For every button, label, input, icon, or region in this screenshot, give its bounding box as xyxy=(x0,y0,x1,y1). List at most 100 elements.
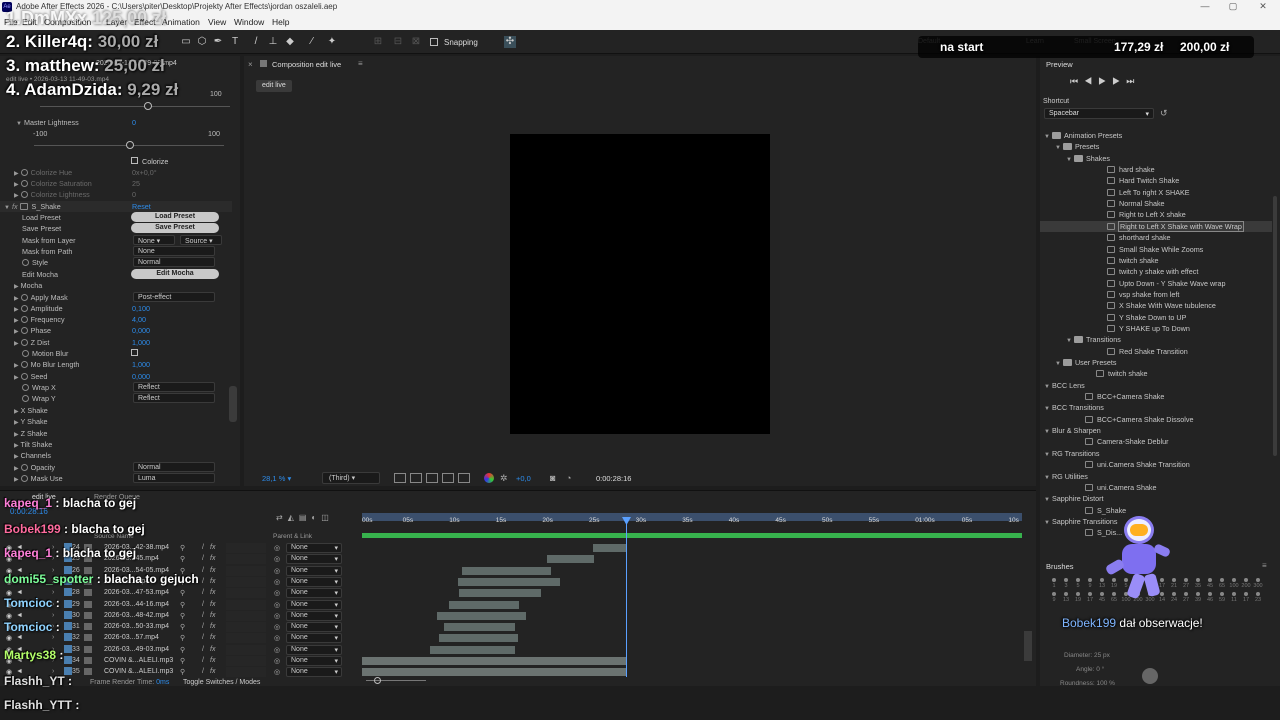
fx-switch-icon[interactable]: fx xyxy=(210,589,215,596)
view-dropdown[interactable]: (Third) ▾ xyxy=(322,472,380,484)
preset-tree-item[interactable]: vsp shake from left xyxy=(1040,289,1272,300)
pick-whip-icon[interactable]: ◎ xyxy=(274,601,280,609)
menu-view[interactable]: View xyxy=(208,17,226,27)
parent-dropdown[interactable]: None ▾ xyxy=(286,599,342,610)
close-button[interactable]: ✕ xyxy=(1256,1,1270,13)
pick-whip-icon[interactable]: ◎ xyxy=(274,612,280,620)
expand-icon[interactable]: › xyxy=(52,612,54,619)
audio-icon[interactable]: ◄ xyxy=(16,544,23,551)
expand-icon[interactable]: › xyxy=(52,544,54,551)
brush-tip[interactable]: 9 xyxy=(1132,578,1144,589)
pick-whip-icon[interactable]: ◎ xyxy=(274,623,280,631)
brush-tip[interactable]: 21 xyxy=(1168,578,1180,589)
shy-switch-icon[interactable]: ⚲ xyxy=(180,634,185,642)
channel-icon[interactable] xyxy=(458,473,470,483)
switch-boxes[interactable] xyxy=(226,656,266,666)
close-tab-icon[interactable]: × xyxy=(248,60,253,69)
eraser-tool-icon[interactable]: ◆ xyxy=(284,36,296,48)
preset-tree-item[interactable]: twitch shake xyxy=(1040,255,1272,266)
quality-switch-icon[interactable]: / xyxy=(202,589,204,596)
chevron-down-icon[interactable]: ▼ xyxy=(1044,520,1050,526)
brush-tip[interactable]: 17 xyxy=(1084,592,1096,603)
snap-edges-icon[interactable]: ⊠ xyxy=(410,36,422,48)
snapshot-camera-icon[interactable]: ◙ xyxy=(550,473,555,483)
preset-tree-item[interactable]: Red Shake Transition xyxy=(1040,346,1272,357)
shy-switch-icon[interactable]: ⚲ xyxy=(180,555,185,563)
brush-tip[interactable]: 13 xyxy=(1144,578,1156,589)
brush-tip[interactable]: 9 xyxy=(1048,592,1060,603)
label-color[interactable] xyxy=(64,588,72,597)
effect-panel-scrollbar[interactable] xyxy=(229,386,237,422)
preset-tree-item[interactable]: Left To right X SHAKE xyxy=(1040,187,1272,198)
mask-path-dropdown[interactable]: None xyxy=(133,246,215,256)
parent-dropdown[interactable]: None ▾ xyxy=(286,588,342,599)
comp-breadcrumb-chip[interactable]: edit live xyxy=(256,80,292,92)
brush-tip[interactable]: 19 xyxy=(1072,592,1084,603)
menu-effect[interactable]: Effect xyxy=(134,17,156,27)
preset-tree-item[interactable]: BCC+Camera Shake Dissolve xyxy=(1040,414,1272,425)
eye-icon[interactable]: ◉ xyxy=(6,544,12,552)
switch-boxes[interactable] xyxy=(226,543,266,553)
property-value[interactable]: 0,100 xyxy=(132,304,150,313)
parent-dropdown[interactable]: None ▾ xyxy=(286,554,342,565)
layer-name[interactable]: 2026-03...mp4 xyxy=(104,578,149,585)
layer-duration-bar[interactable] xyxy=(461,566,551,575)
layer-row[interactable]: ◉ ◄ › 31 2026-03...50-33.mp4 ⚲ / fx ◎ None ▾ xyxy=(0,622,358,633)
brush-tip[interactable]: 65 xyxy=(1216,578,1228,589)
prev-frame-icon[interactable]: ◀ xyxy=(1084,76,1098,86)
eye-icon[interactable]: ◉ xyxy=(6,612,12,620)
first-frame-icon[interactable]: ⏮ xyxy=(1070,76,1084,86)
fx-switch-icon[interactable]: fx xyxy=(210,657,215,664)
quality-switch-icon[interactable]: / xyxy=(202,601,204,608)
chevron-down-icon[interactable]: ▼ xyxy=(1044,475,1050,481)
frame-blend-icon[interactable]: ▤ xyxy=(299,513,312,522)
property-value[interactable]: 0,000 xyxy=(132,372,150,381)
layer-name[interactable]: 2026-03...50-33.mp4 xyxy=(104,623,169,630)
show-snapshot-icon[interactable]: ◔ xyxy=(566,473,571,483)
layer-row[interactable]: ◉ ◄ › 33 2026-03...49-03.mp4 ⚲ / fx ◎ None ▾ xyxy=(0,644,358,656)
label-color[interactable] xyxy=(64,656,72,664)
preset-tree-item[interactable]: Right to Left X shake xyxy=(1040,209,1272,220)
chevron-down-icon[interactable]: ▼ xyxy=(1044,452,1050,458)
pick-whip-icon[interactable]: ◎ xyxy=(274,634,280,642)
audio-icon[interactable]: ◄ xyxy=(16,555,23,562)
cube-tool-icon[interactable]: ⬡ xyxy=(196,36,208,48)
expand-icon[interactable]: › xyxy=(52,567,54,574)
puppet-pin-tool-icon[interactable]: ✦ xyxy=(326,36,338,48)
expand-icon[interactable]: › xyxy=(52,601,54,608)
expand-icon[interactable]: › xyxy=(52,589,54,596)
minimize-button[interactable]: — xyxy=(1198,1,1212,13)
audio-icon[interactable]: ◄ xyxy=(16,634,23,641)
quality-switch-icon[interactable]: / xyxy=(202,567,204,574)
quality-switch-icon[interactable]: / xyxy=(202,657,204,664)
edit-mocha-button[interactable]: Edit Mocha xyxy=(131,269,219,279)
switch-boxes[interactable] xyxy=(226,644,266,655)
parent-dropdown[interactable]: None ▾ xyxy=(286,644,342,655)
switch-boxes[interactable] xyxy=(226,633,266,644)
layer-duration-bar[interactable] xyxy=(437,611,527,620)
quality-switch-icon[interactable]: / xyxy=(202,555,204,562)
parent-dropdown[interactable]: None ▾ xyxy=(286,543,342,553)
brushes-menu-icon[interactable]: ≡ xyxy=(1262,561,1267,570)
eye-icon[interactable]: ◉ xyxy=(6,578,12,586)
brush-tip[interactable]: 200 xyxy=(1240,578,1252,589)
mask-visibility-icon[interactable] xyxy=(426,473,438,483)
last-frame-icon[interactable]: ⏭ xyxy=(1126,76,1140,86)
load-preset-button[interactable]: Load Preset xyxy=(131,212,219,222)
timeline-timecode[interactable]: 0:00:28:16 xyxy=(10,507,48,516)
shy-switch-icon[interactable]: ⚲ xyxy=(180,601,185,609)
preset-tree-item[interactable]: Right to Left X Shake with Wave Wrap xyxy=(1040,220,1272,232)
brush-tip[interactable]: 1 xyxy=(1048,578,1060,589)
shy-switch-icon[interactable]: ⚲ xyxy=(180,589,185,597)
brush-tip[interactable]: 24 xyxy=(1168,592,1180,603)
graph-editor-icon[interactable]: ◫ xyxy=(321,513,334,522)
switch-boxes[interactable] xyxy=(226,554,266,565)
chevron-down-icon[interactable]: ▼ xyxy=(1044,384,1050,390)
preset-tree-item[interactable]: uni.Camera Shake Transition xyxy=(1040,459,1272,470)
clone-stamp-tool-icon[interactable]: ⊥ xyxy=(267,36,279,48)
toggle-switches-modes[interactable]: Toggle Switches / Modes xyxy=(183,679,260,686)
property-value[interactable]: 1,000 xyxy=(132,360,150,369)
layer-row[interactable]: ◉ ◄ › 30 2026-03...48-42.mp4 ⚲ / fx ◎ None ▾ xyxy=(0,610,358,622)
layer-row[interactable]: ◉ ◄ › 24 2026-03...42-38.mp4 ⚲ / fx ◎ None ▾ xyxy=(0,543,358,554)
brush-tip[interactable]: 3 xyxy=(1060,578,1072,589)
